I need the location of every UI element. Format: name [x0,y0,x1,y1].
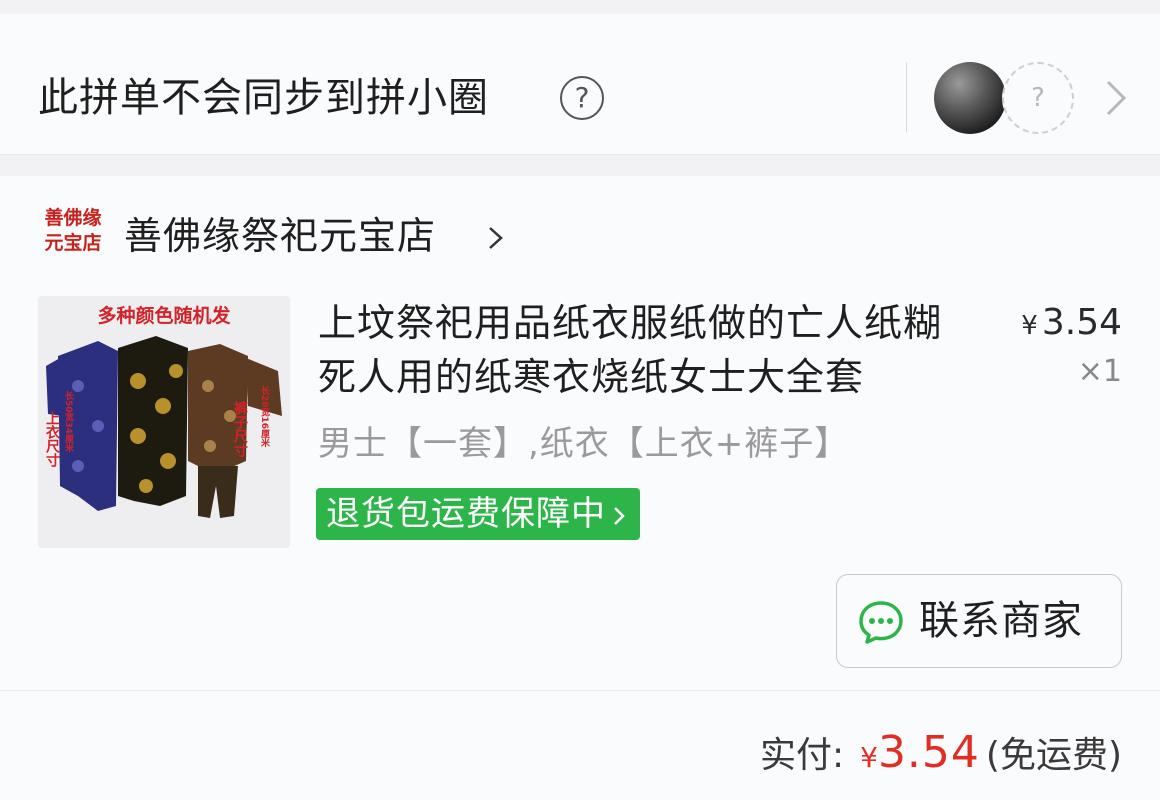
group-sync-row[interactable]: 此拼单不会同步到拼小圈 ? ? [0,14,1160,155]
shop-logo: 善佛缘 元宝店 [38,206,108,262]
chevron-right-icon [614,506,625,525]
help-icon[interactable]: ? [560,76,604,120]
shipping-note: (免运费) [985,735,1122,776]
guarantee-label: 退货包运费保障中 [326,494,606,534]
chevron-right-icon[interactable] [486,222,506,254]
shipping-guarantee-badge[interactable]: 退货包运费保障中 [316,488,640,540]
product-image-label-right-small: 长28宽16厘米 [259,385,271,448]
chevron-right-icon[interactable] [1100,76,1130,120]
shop-logo-line2: 元宝店 [44,232,102,254]
payment-summary: 实付: ¥3.54 (免运费) [760,726,1122,786]
vertical-divider [906,62,907,132]
order-detail-page: 此拼单不会同步到拼小圈 ? ? 善佛缘 元宝店 善佛缘祭祀元宝店 多种颜色随机发… [0,0,1160,800]
unit-price: ¥3.54 [1021,300,1122,349]
chat-icon [859,601,903,644]
sync-notice-text: 此拼单不会同步到拼小圈 [38,75,489,121]
price-currency: ¥ [1021,311,1038,341]
product-image-art: 多种颜色随机发 上衣尺寸 长50宽34厘米 裤子尺寸 长28宽16厘米 [38,296,290,548]
avatar [934,62,1006,134]
product-image-label-right: 裤子尺寸 [232,400,248,458]
contact-merchant-button[interactable]: 联系商家 [836,574,1122,668]
empty-avatar-slot: ? [1002,62,1074,134]
paid-amount: 3.54 [877,727,980,778]
product-image-banner: 多种颜色随机发 [97,304,231,327]
product-image-label-left-small: 长50宽34厘米 [63,390,75,453]
horizontal-divider [0,690,1160,691]
order-card: 善佛缘 元宝店 善佛缘祭祀元宝店 多种颜色随机发 上衣尺寸 长50宽34厘米 裤… [0,176,1160,800]
quantity: ×1 [1077,354,1122,389]
shop-logo-line1: 善佛缘 [44,207,102,229]
paid-currency: ¥ [860,741,878,774]
price-value: 3.54 [1041,302,1122,343]
contact-merchant-label: 联系商家 [919,598,1083,644]
product-title[interactable]: 上坟祭祀用品纸衣服纸做的亡人纸糊死人用的纸寒衣烧纸女士大全套 [318,296,978,404]
product-image-label-left: 上衣尺寸 [44,411,60,468]
product-image[interactable]: 多种颜色随机发 上衣尺寸 长50宽34厘米 裤子尺寸 长28宽16厘米 [38,296,290,548]
sku-spec: 男士【一套】,纸衣【上衣+裤子】 [318,424,850,464]
shop-name-link[interactable]: 善佛缘祭祀元宝店 [124,212,436,260]
paid-label: 实付: [759,735,845,776]
